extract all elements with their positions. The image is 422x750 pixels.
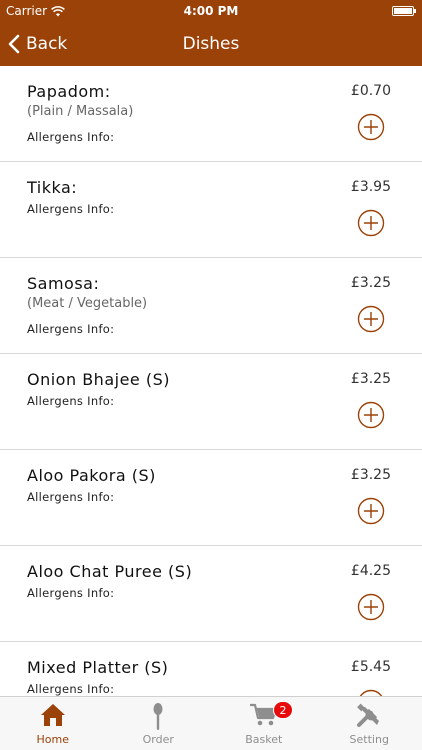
back-button[interactable]: Back (8, 22, 67, 66)
dish-row[interactable]: Aloo Pakora (S) Allergens Info: £3.25 (0, 450, 422, 546)
tab-basket[interactable]: 2 Basket (211, 697, 317, 750)
add-to-basket-button[interactable] (357, 209, 385, 237)
plus-circle-icon (357, 401, 385, 429)
dish-row[interactable]: Aloo Chat Puree (S) Allergens Info: £4.25 (0, 546, 422, 642)
plus-circle-icon (357, 497, 385, 525)
plus-circle-icon (357, 593, 385, 621)
dish-price: £3.25 (350, 275, 391, 291)
battery-fill (394, 8, 412, 14)
dish-list[interactable]: Papadom: (Plain / Massala) Allergens Info:… (0, 66, 422, 696)
dish-price: £3.25 (350, 467, 391, 483)
tab-order-label: Order (142, 733, 174, 746)
tools-icon (357, 703, 380, 727)
tab-order[interactable]: Order (106, 697, 212, 750)
battery-icon (392, 6, 416, 16)
dish-variant: (Plain / Massala) (27, 104, 134, 119)
allergens-info: Allergens Info: (27, 130, 115, 144)
status-time: 4:00 PM (183, 4, 239, 18)
allergens-info: Allergens Info: (27, 202, 115, 216)
basket-badge: 2 (273, 701, 293, 719)
tab-setting-label: Setting (349, 733, 389, 746)
dish-price: £3.95 (350, 179, 391, 195)
add-to-basket-button[interactable] (357, 593, 385, 621)
dish-name: Mixed Platter (S) (27, 658, 169, 677)
plus-circle-icon (357, 305, 385, 333)
dish-row[interactable]: Samosa: (Meat / Vegetable) Allergens Info:… (0, 258, 422, 354)
dish-price: £3.25 (350, 371, 391, 387)
plus-circle-icon (357, 209, 385, 237)
chevron-left-icon (8, 34, 20, 54)
tab-basket-label: Basket (245, 733, 283, 746)
tab-bar: Home Order 2 Basket Setting (0, 696, 422, 750)
dish-name: Tikka: (27, 178, 78, 197)
dish-row[interactable]: Onion Bhajee (S) Allergens Info: £3.25 (0, 354, 422, 450)
dish-name: Papadom: (27, 82, 111, 101)
status-bar: Carrier 4:00 PM (0, 0, 422, 22)
back-label: Back (26, 34, 68, 54)
allergens-info: Allergens Info: (27, 394, 115, 408)
dish-variant: (Meat / Vegetable) (27, 296, 148, 311)
dish-price: £5.45 (350, 659, 391, 675)
dish-price: £4.25 (350, 563, 391, 579)
allergens-info: Allergens Info: (27, 586, 115, 600)
nav-bar: Back Dishes (0, 22, 422, 66)
allergens-info: Allergens Info: (27, 322, 115, 336)
spoon-icon (153, 703, 163, 730)
tab-home[interactable]: Home (0, 697, 106, 750)
dish-name: Aloo Pakora (S) (27, 466, 156, 485)
add-to-basket-button[interactable] (357, 497, 385, 525)
tab-setting[interactable]: Setting (317, 697, 422, 750)
plus-circle-icon (359, 689, 383, 696)
tab-home-label: Home (36, 733, 69, 746)
allergens-info: Allergens Info: (27, 682, 115, 696)
home-icon (40, 704, 65, 726)
allergens-info: Allergens Info: (27, 490, 115, 504)
dish-name: Samosa: (27, 274, 100, 293)
plus-circle-icon (357, 113, 385, 141)
dish-name: Onion Bhajee (S) (27, 370, 170, 389)
dish-price: £0.70 (350, 83, 391, 99)
add-to-basket-button[interactable] (357, 401, 385, 429)
add-to-basket-button[interactable] (357, 113, 385, 141)
dish-name: Aloo Chat Puree (S) (27, 562, 193, 581)
dish-row[interactable]: Mixed Platter (S) Allergens Info: £5.45 (0, 642, 422, 696)
add-to-basket-button[interactable] (357, 689, 385, 696)
dish-row[interactable]: Tikka: Allergens Info: £3.95 (0, 162, 422, 258)
add-to-basket-button[interactable] (357, 305, 385, 333)
dish-row[interactable]: Papadom: (Plain / Massala) Allergens Info:… (0, 66, 422, 162)
